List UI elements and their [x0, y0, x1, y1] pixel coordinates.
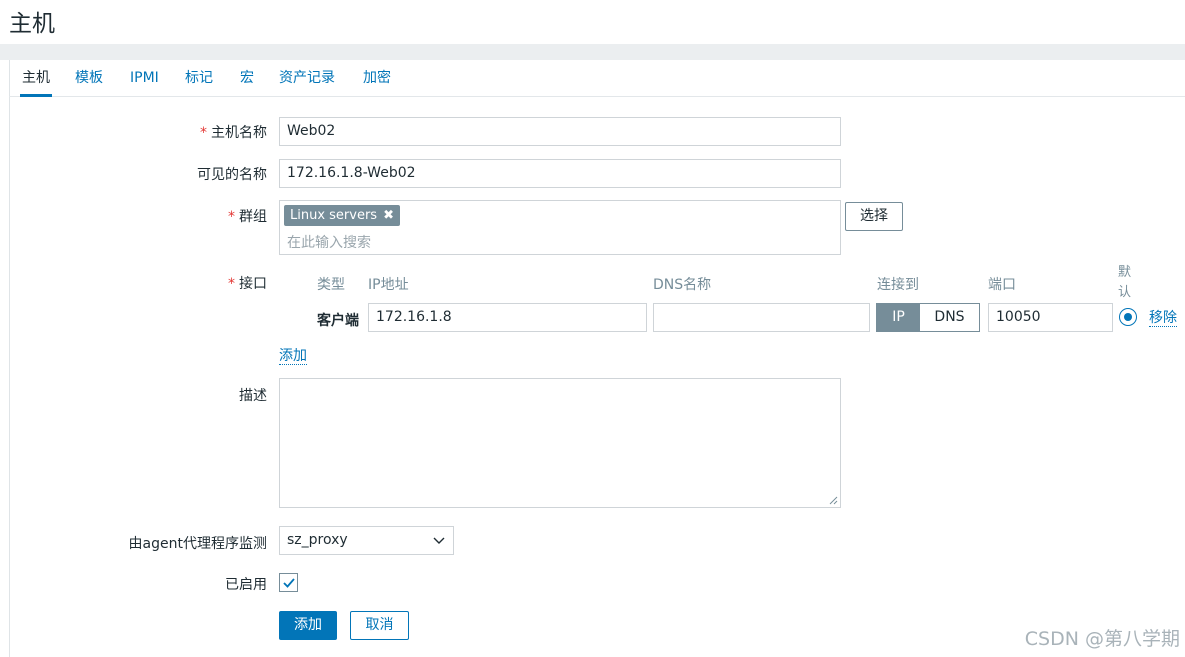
resize-handle-icon[interactable]: [828, 495, 838, 505]
group-chip: Linux servers ✖: [284, 205, 400, 226]
col-port: 端口: [988, 277, 1016, 293]
col-type: 类型: [317, 277, 345, 293]
required-mark: *: [228, 276, 235, 292]
col-default: 默认: [1118, 265, 1132, 300]
proxy-label: 由agent代理程序监测: [128, 536, 267, 552]
default-interface-radio[interactable]: [1119, 308, 1137, 326]
tab-inventory[interactable]: 资产记录: [277, 60, 337, 97]
checkmark-icon: [283, 578, 295, 588]
description-label: 描述: [239, 388, 267, 404]
tab-bar: 主机 模板 IPMI 标记 宏 资产记录 加密: [9, 60, 1185, 97]
tab-host[interactable]: 主机: [20, 60, 52, 97]
col-ip: IP地址: [368, 277, 409, 293]
required-mark: *: [228, 209, 235, 225]
add-button[interactable]: 添加: [279, 611, 337, 640]
header-divider: [0, 44, 1185, 60]
tab-ipmi[interactable]: IPMI: [128, 60, 161, 97]
required-mark: *: [200, 125, 207, 141]
interface-dns-input[interactable]: [653, 303, 870, 332]
enabled-label: 已启用: [225, 577, 267, 593]
connect-dns-button[interactable]: DNS: [920, 304, 979, 331]
chevron-down-icon: [433, 537, 445, 544]
connect-to-toggle: IP DNS: [876, 303, 980, 332]
host-name-input[interactable]: Web02: [279, 117, 841, 146]
visible-name-label: 可见的名称: [197, 167, 267, 183]
description-textarea[interactable]: [279, 378, 841, 508]
interfaces-label: * 接口: [228, 276, 267, 292]
connect-ip-button[interactable]: IP: [877, 304, 920, 331]
tab-tags[interactable]: 标记: [183, 60, 215, 97]
remove-interface-link[interactable]: 移除: [1149, 310, 1177, 327]
tab-macros[interactable]: 宏: [238, 60, 256, 97]
page-title: 主机: [9, 11, 55, 37]
host-name-label: * 主机名称: [200, 125, 267, 141]
interface-port-input[interactable]: 10050: [988, 303, 1113, 332]
proxy-select[interactable]: sz_proxy: [279, 526, 454, 555]
tab-templates[interactable]: 模板: [73, 60, 105, 97]
watermark: CSDN @第八学期: [1024, 628, 1180, 650]
proxy-selected-value: sz_proxy: [287, 532, 348, 548]
groups-multiselect[interactable]: Linux servers ✖ 在此输入搜索: [279, 200, 841, 255]
enabled-checkbox[interactable]: [279, 573, 298, 592]
interface-type: 客户端: [317, 313, 359, 329]
cancel-button[interactable]: 取消: [350, 611, 409, 640]
groups-label: * 群组: [228, 209, 267, 225]
col-connect: 连接到: [877, 277, 919, 293]
form-panel: [9, 60, 1185, 657]
groups-search-input[interactable]: 在此输入搜索: [287, 232, 371, 252]
tab-encryption[interactable]: 加密: [361, 60, 393, 97]
groups-select-button[interactable]: 选择: [845, 202, 903, 231]
interface-ip-input[interactable]: 172.16.1.8: [368, 303, 647, 332]
chip-remove-icon[interactable]: ✖: [383, 208, 394, 223]
col-dns: DNS名称: [653, 277, 712, 293]
visible-name-input[interactable]: 172.16.1.8-Web02: [279, 159, 841, 188]
add-interface-link[interactable]: 添加: [279, 348, 307, 365]
page-header: 主机: [0, 0, 1185, 44]
